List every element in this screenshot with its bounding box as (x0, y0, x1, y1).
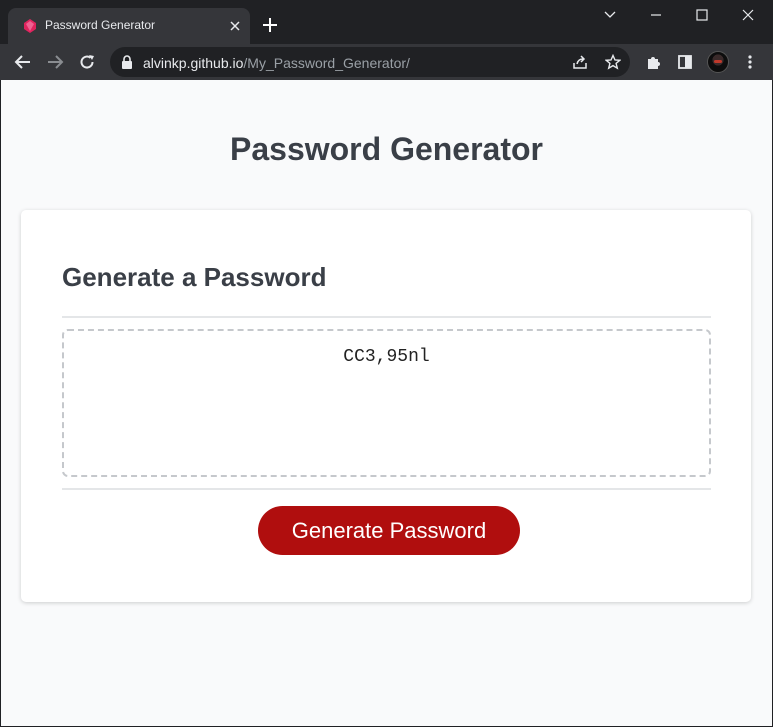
close-window-icon[interactable] (725, 0, 771, 30)
address-bar[interactable]: alvinkp.github.io/My_Password_Generator/ (110, 47, 630, 77)
menu-icon[interactable] (739, 51, 761, 73)
profile-avatar[interactable] (707, 51, 729, 73)
new-tab-icon[interactable] (261, 16, 279, 34)
share-icon[interactable] (569, 51, 591, 73)
header-divider (62, 316, 711, 318)
url-text[interactable]: alvinkp.github.io/My_Password_Generator/ (143, 55, 410, 71)
tab-title: Password Generator (45, 18, 156, 32)
password-output[interactable]: CC3,95nl (62, 329, 711, 477)
tab-search-icon[interactable] (587, 0, 633, 30)
footer-divider (62, 488, 711, 490)
ruby-favicon-icon (24, 19, 36, 33)
password-card: Generate a Password CC3,95nl Generate Pa… (21, 210, 751, 602)
url-path: /My_Password_Generator/ (243, 55, 410, 71)
browser-tab[interactable]: Password Generator (8, 8, 250, 44)
close-tab-icon[interactable] (228, 19, 242, 33)
bookmark-star-icon[interactable] (602, 51, 624, 73)
generate-password-button[interactable]: Generate Password (258, 506, 520, 555)
page-title: Password Generator (230, 131, 543, 167)
back-icon[interactable] (12, 51, 34, 73)
forward-icon[interactable] (44, 51, 66, 73)
page-viewport: Password Generator Generate a Password C… (1, 80, 772, 726)
browser-toolbar: alvinkp.github.io/My_Password_Generator/ (0, 44, 773, 80)
card-header: Generate a Password (62, 262, 327, 292)
browser-titlebar: Password Generator (0, 0, 773, 44)
side-panel-icon[interactable] (674, 51, 696, 73)
reload-icon[interactable] (76, 51, 98, 73)
minimize-icon[interactable] (633, 0, 679, 30)
url-host: alvinkp.github.io (143, 55, 244, 71)
extensions-icon[interactable] (642, 51, 664, 73)
lock-icon[interactable] (121, 55, 133, 69)
maximize-icon[interactable] (679, 0, 725, 30)
